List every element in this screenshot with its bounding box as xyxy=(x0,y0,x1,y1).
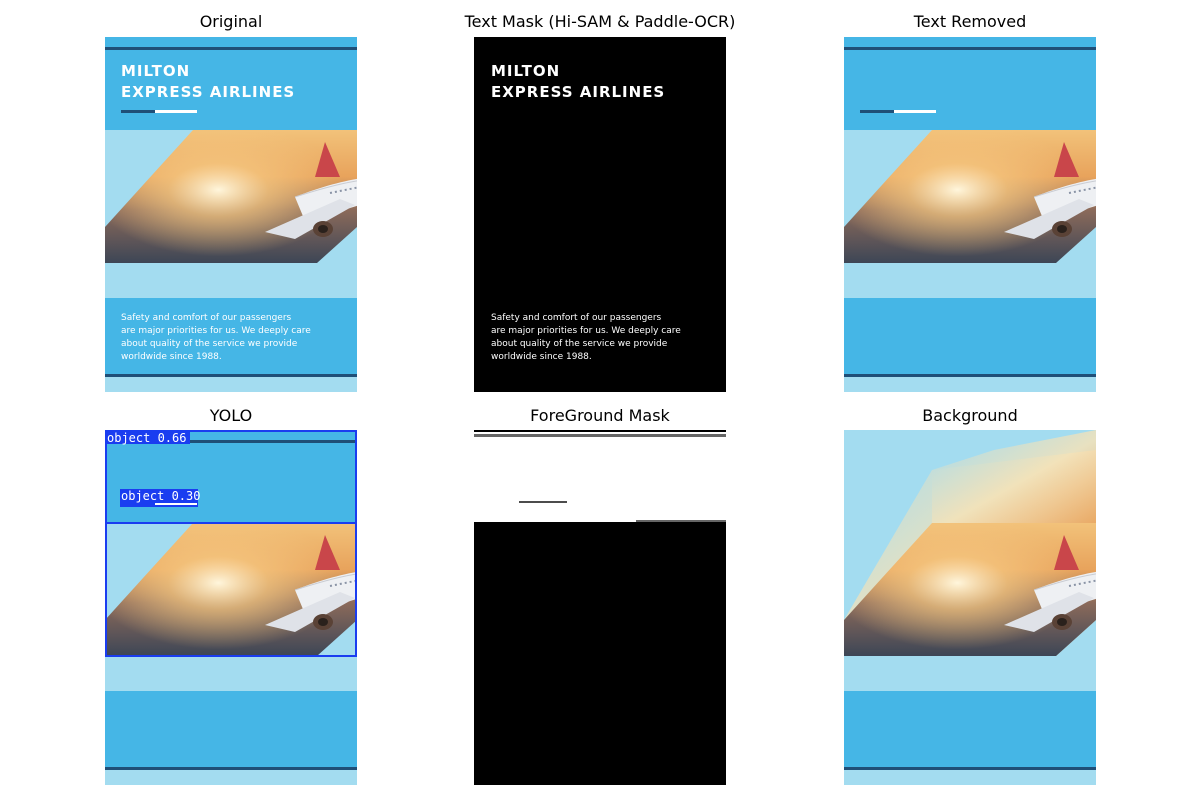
title-foreground-mask: ForeGround Mask xyxy=(530,406,670,425)
brand-line1: MILTON xyxy=(121,62,190,80)
panel-original: MILTON EXPRESS AIRLINES Safety and comfo… xyxy=(105,37,357,392)
panel-yolo: object 0.66 object 0.30 xyxy=(105,430,357,785)
title-text-mask: Text Mask (Hi-SAM & Paddle-OCR) xyxy=(464,12,736,31)
body-line-2: are major priorities for us. We deeply c… xyxy=(121,326,311,336)
yolo-label-1: object 0.66 xyxy=(107,431,186,445)
mask-body-line-4: worldwide since 1988. xyxy=(491,352,592,362)
figure: Original Text Mask (Hi-SAM & Paddle-OCR)… xyxy=(0,0,1200,800)
brand-line2: EXPRESS AIRLINES xyxy=(121,83,295,101)
title-text-removed: Text Removed xyxy=(913,12,1027,31)
mask-body-line-3: about quality of the service we provide xyxy=(491,339,668,349)
foreground-mask-image xyxy=(474,430,726,785)
title-background: Background xyxy=(922,406,1018,425)
mask-body-line-2: are major priorities for us. We deeply c… xyxy=(491,326,681,336)
panel-foreground-mask xyxy=(474,430,726,785)
yolo-image: object 0.66 object 0.30 xyxy=(105,430,357,785)
panel-background xyxy=(844,430,1096,785)
title-original: Original xyxy=(199,12,263,31)
panel-text-removed xyxy=(844,37,1096,392)
body-line-1: Safety and comfort of our passengers xyxy=(121,313,292,323)
mask-brand-line1: MILTON xyxy=(491,62,560,80)
body-line-3: about quality of the service we provide xyxy=(121,339,298,349)
original-poster: MILTON EXPRESS AIRLINES Safety and comfo… xyxy=(105,37,357,392)
background-image xyxy=(844,430,1096,785)
body-line-4: worldwide since 1988. xyxy=(121,352,222,362)
yolo-label-2: object 0.30 xyxy=(121,489,200,503)
mask-brand-line2: EXPRESS AIRLINES xyxy=(491,83,665,101)
panel-text-mask: MILTON EXPRESS AIRLINES Safety and comfo… xyxy=(474,37,726,392)
title-yolo: YOLO xyxy=(209,406,253,425)
text-mask-image: MILTON EXPRESS AIRLINES Safety and comfo… xyxy=(474,37,726,392)
mask-body-line-1: Safety and comfort of our passengers xyxy=(491,313,662,323)
text-removed-image xyxy=(844,37,1096,392)
